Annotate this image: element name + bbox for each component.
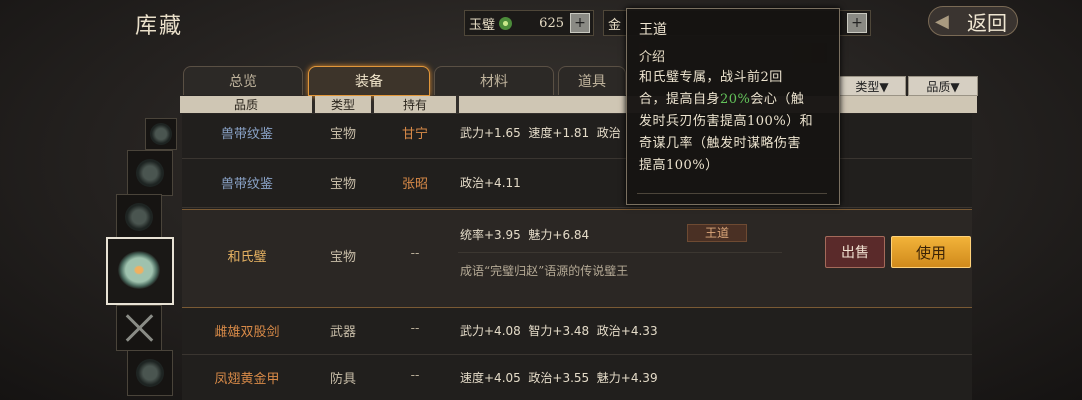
tab-label: 装备 bbox=[355, 74, 383, 90]
add-gold-button[interactable]: + bbox=[847, 13, 867, 33]
tab-props[interactable]: 道具 bbox=[558, 66, 626, 95]
jade-icon bbox=[499, 16, 513, 30]
jade-label: 玉璧 bbox=[469, 17, 496, 33]
skill-tooltip: 王道 介绍 和氏璧专属，战斗前2回 合，提高自身20%会心（触 发时兵刃伤害提高… bbox=[626, 8, 840, 205]
item-name: 雌雄双股剑 bbox=[214, 325, 280, 340]
tab-overview[interactable]: 总览 bbox=[183, 66, 303, 95]
item-thumb-mirror[interactable] bbox=[145, 118, 177, 150]
item-stats: 武力+4.08 智力+3.48 政治+4.33 bbox=[460, 324, 658, 338]
item-name: 和氏璧 bbox=[227, 250, 267, 265]
jade-value: 625 bbox=[539, 15, 564, 31]
item-type: 宝物 bbox=[329, 127, 356, 142]
table-row[interactable]: 凤翅黄金甲 防具 -- 速度+4.05 政治+3.55 魅力+4.39 bbox=[182, 355, 972, 400]
swords-icon bbox=[125, 314, 153, 342]
item-thumb-jade-disc[interactable] bbox=[106, 237, 174, 305]
back-arrow-icon: ◀ bbox=[935, 11, 949, 32]
item-thumb-bowl[interactable] bbox=[116, 194, 162, 240]
tab-label: 材料 bbox=[480, 74, 508, 90]
use-button[interactable]: 使用 bbox=[891, 236, 971, 268]
item-holder: -- bbox=[410, 368, 420, 383]
table-row-selected[interactable]: 和氏璧 宝物 -- 统率+3.95 魅力+6.84 王道 成语“完璧归赵”语源的… bbox=[182, 209, 972, 308]
tooltip-text: 会心（触 bbox=[750, 92, 805, 107]
gold-label: 金 bbox=[608, 17, 622, 33]
tab-materials[interactable]: 材料 bbox=[434, 66, 554, 95]
item-thumb-swords[interactable] bbox=[116, 305, 162, 351]
armor-icon bbox=[136, 359, 164, 387]
item-holder: -- bbox=[410, 246, 420, 261]
back-label: 返回 bbox=[967, 10, 1007, 35]
mirror-icon bbox=[136, 159, 164, 187]
item-stats: 速度+4.05 政治+3.55 魅力+4.39 bbox=[460, 371, 658, 385]
sell-button[interactable]: 出售 bbox=[825, 236, 885, 268]
jade-disc-icon bbox=[118, 251, 160, 289]
item-type: 宝物 bbox=[329, 177, 356, 192]
tab-equipment[interactable]: 装备 bbox=[308, 66, 430, 96]
table-row[interactable]: 雌雄双股剑 武器 -- 武力+4.08 智力+3.48 政治+4.33 bbox=[182, 308, 972, 355]
tooltip-title: 王道 bbox=[639, 22, 667, 38]
tooltip-body: 和氏璧专属，战斗前2回 合，提高自身20%会心（触 发时兵刃伤害提高100%）和… bbox=[639, 67, 833, 177]
tooltip-line: 合，提高自身20%会心（触 bbox=[639, 89, 833, 111]
tooltip-line: 提高100%） bbox=[639, 158, 719, 173]
tab-label: 总览 bbox=[229, 74, 257, 90]
row-divider bbox=[458, 252, 782, 253]
tooltip-highlight: 20% bbox=[720, 92, 751, 107]
mirror-icon bbox=[150, 123, 172, 145]
sort-quality-button[interactable]: 品质▼ bbox=[908, 76, 978, 96]
tooltip-line: 和氏璧专属，战斗前2回 bbox=[639, 70, 783, 85]
tooltip-section-bar bbox=[639, 43, 827, 63]
col-type-header[interactable]: 类型 bbox=[315, 96, 371, 113]
tooltip-line: 发时兵刃伤害提高100%）和 bbox=[639, 114, 814, 129]
back-button[interactable]: ◀ 返回 bbox=[928, 6, 1018, 36]
tooltip-line: 奇谋几率（触发时谋略伤害 bbox=[639, 136, 802, 151]
tab-label: 道具 bbox=[578, 74, 606, 90]
item-holder: 张昭 bbox=[401, 177, 428, 192]
item-name: 凤翅黄金甲 bbox=[214, 372, 280, 387]
col-quality-header[interactable]: 品质 bbox=[180, 96, 312, 113]
item-holder: -- bbox=[410, 321, 420, 336]
page-title: 库藏 bbox=[135, 14, 184, 39]
col-holder-header[interactable]: 持有 bbox=[374, 96, 456, 113]
item-name: 兽带纹鉴 bbox=[220, 177, 273, 192]
tooltip-section-label: 介绍 bbox=[639, 50, 666, 65]
item-stats: 武力+1.65 速度+1.81 政治 bbox=[460, 126, 621, 140]
jade-resource: 玉璧 625 + bbox=[464, 10, 594, 36]
item-stats: 政治+4.11 bbox=[460, 176, 521, 190]
skill-tag[interactable]: 王道 bbox=[687, 224, 747, 242]
item-stats: 统率+3.95 魅力+6.84 bbox=[460, 228, 590, 242]
tooltip-divider bbox=[637, 193, 827, 194]
item-thumb-armor[interactable] bbox=[127, 350, 173, 396]
table-row[interactable]: 兽带纹鉴 宝物 甘宁 武力+1.65 速度+1.81 政治 bbox=[182, 114, 972, 159]
sort-type-button[interactable]: 类型▼ bbox=[838, 76, 906, 96]
item-type: 防具 bbox=[329, 372, 356, 387]
item-list: 兽带纹鉴 宝物 甘宁 武力+1.65 速度+1.81 政治 兽带纹鉴 宝物 张昭… bbox=[182, 114, 972, 400]
item-thumb-mirror[interactable] bbox=[127, 150, 173, 196]
bowl-icon bbox=[125, 203, 153, 231]
item-holder: 甘宁 bbox=[401, 127, 428, 142]
item-description: 成语“完璧归赵”语源的传说璧王 bbox=[460, 264, 629, 278]
item-type: 宝物 bbox=[329, 250, 356, 265]
item-type: 武器 bbox=[329, 325, 356, 340]
item-name: 兽带纹鉴 bbox=[220, 127, 273, 142]
tooltip-text: 合，提高自身 bbox=[639, 92, 721, 107]
add-jade-button[interactable]: + bbox=[570, 13, 590, 33]
table-row[interactable]: 兽带纹鉴 宝物 张昭 政治+4.11 bbox=[182, 159, 972, 208]
